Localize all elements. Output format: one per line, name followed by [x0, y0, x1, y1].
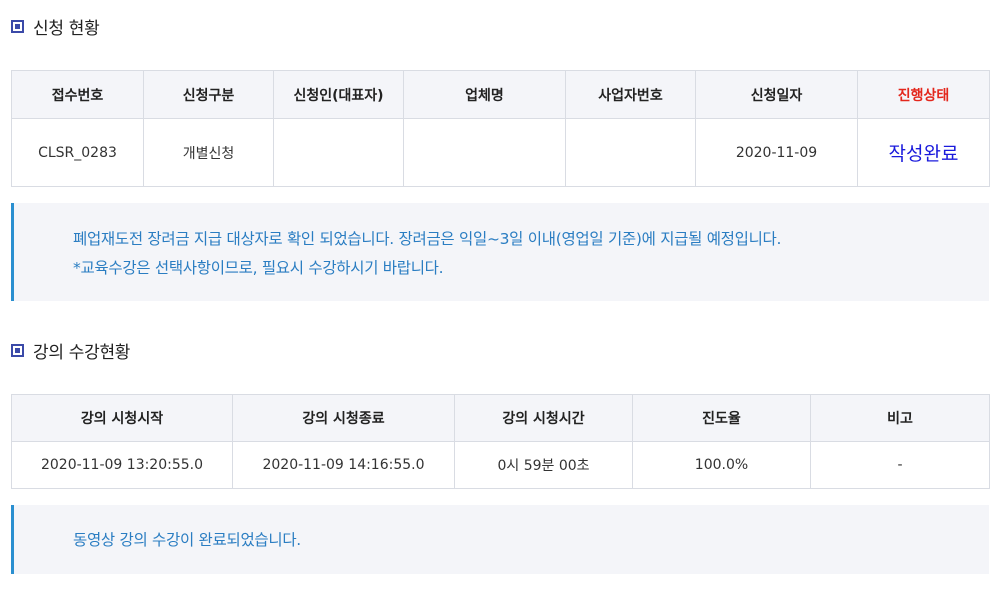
- notice-line: 폐업재도전 장려금 지급 대상자로 확인 되었습니다. 장려금은 익일~3일 이…: [73, 230, 782, 248]
- col-header-applicant: 신청인(대표자): [273, 70, 404, 119]
- col-header-status: 진행상태: [857, 70, 990, 119]
- cell-start: 2020-11-09 13:20:55.0: [11, 441, 233, 489]
- col-header-business-no: 사업자번호: [565, 70, 696, 119]
- cell-receipt-no: CLSR_0283: [11, 118, 144, 187]
- cell-type: 개별신청: [143, 118, 274, 187]
- notice-application: 폐업재도전 장려금 지급 대상자로 확인 되었습니다. 장려금은 익일~3일 이…: [11, 203, 989, 301]
- col-header-duration: 강의 시청시간: [454, 394, 633, 442]
- section-title-application: 신청 현황: [11, 14, 100, 39]
- table-header-row: 강의 시청시작 강의 시청종료 강의 시청시간 진도율 비고: [11, 394, 990, 442]
- cell-applicant: [273, 118, 404, 187]
- lecture-status-table: 강의 시청시작 강의 시청종료 강의 시청시간 진도율 비고 2020-11-0…: [11, 394, 990, 489]
- notice-lecture: 동영상 강의 수강이 완료되었습니다.: [11, 505, 989, 574]
- col-header-end: 강의 시청종료: [232, 394, 455, 442]
- square-bullet-icon: [11, 344, 24, 357]
- col-header-type: 신청구분: [143, 70, 274, 119]
- col-header-company: 업체명: [403, 70, 566, 119]
- section-title-text: 신청 현황: [33, 19, 100, 39]
- col-header-start: 강의 시청시작: [11, 394, 233, 442]
- section-title-text: 강의 수강현황: [33, 343, 131, 363]
- col-header-progress: 진도율: [632, 394, 811, 442]
- col-header-date: 신청일자: [695, 70, 858, 119]
- col-header-receipt-no: 접수번호: [11, 70, 144, 119]
- table-row: CLSR_0283 개별신청 2020-11-09 작성완료: [11, 118, 990, 187]
- cell-duration: 0시 59분 00초: [454, 441, 633, 489]
- square-bullet-icon: [11, 20, 24, 33]
- cell-date: 2020-11-09: [695, 118, 858, 187]
- cell-status: 작성완료: [857, 118, 990, 187]
- cell-end: 2020-11-09 14:16:55.0: [232, 441, 455, 489]
- table-row: 2020-11-09 13:20:55.0 2020-11-09 14:16:5…: [11, 441, 990, 489]
- section-title-lecture: 강의 수강현황: [11, 338, 130, 363]
- col-header-note: 비고: [810, 394, 990, 442]
- notice-line: *교육수강은 선택사항이므로, 필요시 수강하시기 바랍니다.: [73, 259, 444, 277]
- cell-note: -: [810, 441, 990, 489]
- table-header-row: 접수번호 신청구분 신청인(대표자) 업체명 사업자번호 신청일자 진행상태: [11, 70, 990, 119]
- application-status-table: 접수번호 신청구분 신청인(대표자) 업체명 사업자번호 신청일자 진행상태 C…: [11, 70, 990, 187]
- cell-progress: 100.0%: [632, 441, 811, 489]
- cell-business-no: [565, 118, 696, 187]
- notice-line: 동영상 강의 수강이 완료되었습니다.: [73, 531, 301, 549]
- cell-company: [403, 118, 566, 187]
